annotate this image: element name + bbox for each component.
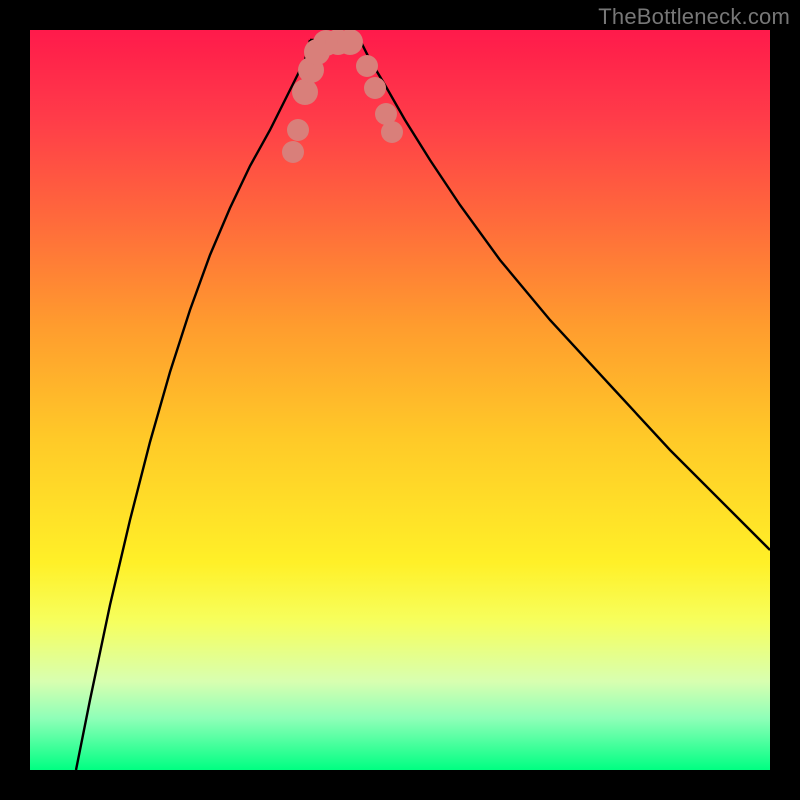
highlight-dot (356, 55, 378, 77)
highlight-dot (381, 121, 403, 143)
highlight-dot (287, 119, 309, 141)
curve-group (76, 40, 770, 770)
highlight-dot (364, 77, 386, 99)
highlight-dot (337, 30, 363, 55)
curve-left-branch (76, 40, 310, 770)
bottleneck-curve-plot (30, 30, 770, 770)
plot-frame (30, 30, 770, 770)
highlight-marker-group (282, 30, 403, 163)
highlight-dot (292, 79, 318, 105)
curve-right-branch (360, 40, 770, 550)
highlight-dot (282, 141, 304, 163)
watermark-text: TheBottleneck.com (598, 4, 790, 30)
